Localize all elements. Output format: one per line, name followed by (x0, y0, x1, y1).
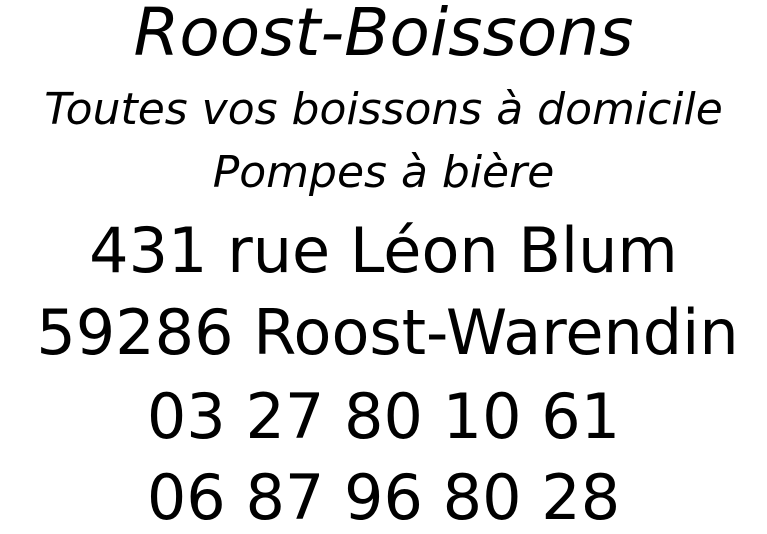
address-street: 431 rue Léon Blum (89, 214, 678, 287)
business-service: Pompes à bière (212, 147, 555, 198)
phone-mobile: 06 87 96 80 28 (146, 461, 621, 534)
business-name: Roost-Boissons (133, 0, 634, 71)
phone-landline: 03 27 80 10 61 (146, 380, 621, 453)
business-tagline: Toutes vos boissons à domicile (44, 84, 723, 135)
address-city: 59286 Roost-Warendin (36, 296, 739, 369)
